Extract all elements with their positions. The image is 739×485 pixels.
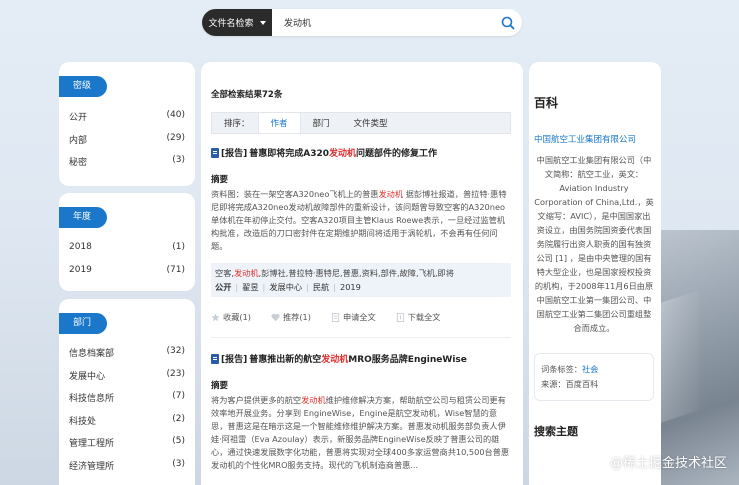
facet-title: 年度 — [59, 207, 107, 228]
watermark: @稀土掘金技术社区 — [609, 456, 727, 471]
sort-bar: 排序： 作者 部门 文件类型 — [211, 112, 511, 134]
facet-panel-department: 部门 信息档案部 (32) 发展中心 (23) 科技信息所 (7) 科技处 (2) 管理… — [59, 299, 195, 485]
result-actions: 收藏(1) 推荐(1) 申请全文 下载全文 — [211, 311, 511, 323]
search-icon — [501, 16, 515, 29]
heart-icon — [271, 313, 280, 321]
keywords-box: 空客,发动机,彭博社,普拉特·惠特尼,普惠,资料,部件,故障,飞机,即将 公开 |… — [211, 263, 511, 297]
encyclopedia-panel: 百科 中国航空工业集团有限公司 中国航空工业集团有限公司（中文简称：航空工业，英… — [529, 62, 661, 485]
facet-title: 部门 — [59, 313, 107, 334]
request-fulltext-button[interactable]: 申请全文 — [331, 311, 376, 323]
divider — [211, 337, 511, 338]
facet-panel-secrecy: 密级 公开 (40) 内部 (29) 秘密 (3) — [59, 62, 195, 186]
search-button[interactable] — [494, 9, 522, 36]
download-icon — [396, 312, 404, 322]
results-total: 全部检索结果72条 — [211, 90, 283, 100]
word-doc-icon — [211, 353, 219, 364]
search-type-label: 文件名检索 — [208, 19, 254, 29]
abstract-heading: 摘要 — [211, 175, 229, 185]
search-input[interactable] — [272, 9, 494, 36]
meta-secrecy: 公开 — [215, 282, 232, 292]
facet-item[interactable]: 2018 (1) — [69, 242, 185, 265]
facet-item[interactable]: 信息档案部 (32) — [69, 346, 185, 369]
facet-item[interactable]: 发展中心 (23) — [69, 369, 185, 392]
abstract-text: 将为客户提供更多的航空发动机维护维修解决方案，帮助航空公司与租赁公司更有效率地开… — [211, 395, 510, 470]
facet-item[interactable]: 2019 (71) — [69, 265, 185, 288]
facet-title: 密级 — [59, 76, 107, 97]
results-panel: 全部检索结果72条 排序： 作者 部门 文件类型 [报告] 普惠即将完成A320… — [201, 62, 523, 485]
result-item: [报告] 普惠推出新的航空 发动机 MRO服务品牌EngineWise 摘要 将为客… — [211, 352, 511, 472]
meta-category: 民航 — [312, 282, 330, 292]
keywords-line: 空客,发动机,彭博社,普拉特·惠特尼,普惠,资料,部件,故障,飞机,即将 — [215, 268, 454, 278]
meta-author: 翟昱 — [242, 282, 259, 292]
document-icon — [331, 312, 340, 322]
facet-item[interactable]: 秘密 (3) — [69, 155, 185, 178]
sort-label: 排序： — [224, 119, 250, 129]
result-title[interactable]: [报告] 普惠即将完成A320 发动机 问题部件的修复工作 — [211, 146, 511, 159]
meta-line: 公开 | 翟昱 | 发展中心 | 民航 | 2019 — [215, 282, 361, 292]
search-type-dropdown[interactable]: 文件名检索 — [202, 9, 272, 36]
result-title[interactable]: [报告] 普惠推出新的航空 发动机 MRO服务品牌EngineWise — [211, 352, 511, 365]
facet-item[interactable]: 内部 (29) — [69, 133, 185, 156]
facet-item[interactable]: 科技处 (2) — [69, 414, 185, 437]
favorite-button[interactable]: 收藏(1) — [211, 311, 251, 323]
recommend-button[interactable]: 推荐(1) — [271, 311, 311, 323]
sort-option-filetype[interactable]: 文件类型 — [342, 113, 400, 133]
facet-panel-year: 年度 2018 (1) 2019 (71) — [59, 193, 195, 291]
meta-department: 发展中心 — [269, 282, 303, 292]
result-item: [报告] 普惠即将完成A320 发动机 问题部件的修复工作 摘要 资料图：装在一架空… — [211, 146, 511, 323]
encyclopedia-title: 百科 — [534, 96, 559, 110]
abstract-heading: 摘要 — [211, 381, 229, 391]
encyclopedia-text: 中国航空工业集团有限公司（中文简称：航空工业，英文：Aviation Indus… — [534, 155, 654, 333]
encyclopedia-entry-link[interactable]: 中国航空工业集团有限公司 — [534, 133, 661, 145]
download-fulltext-button[interactable]: 下载全文 — [396, 311, 441, 323]
search-theme-title: 搜索主题 — [534, 425, 578, 438]
sort-option-department[interactable]: 部门 — [301, 113, 342, 133]
tag-link[interactable]: 社会 — [582, 364, 598, 374]
chevron-down-icon — [259, 20, 266, 25]
facet-item[interactable]: 公开 (40) — [69, 110, 185, 133]
star-icon — [211, 312, 220, 321]
meta-year: 2019 — [340, 282, 361, 292]
encyclopedia-tags: 词条标签：社会 来源：百度百科 — [534, 353, 654, 401]
sort-option-author[interactable]: 作者 — [257, 113, 301, 133]
facet-item[interactable]: 管理工程所 (5) — [69, 436, 185, 459]
search-bar: 文件名检索 — [202, 9, 522, 36]
abstract-text: 资料图：装在一架空客A320neo飞机上的普惠发动机 据彭博社报道，普拉特·惠特… — [211, 189, 507, 251]
word-doc-icon — [211, 147, 219, 158]
facet-item[interactable]: 经济管理所 (3) — [69, 459, 185, 482]
facet-item[interactable]: 科技信息所 (7) — [69, 391, 185, 414]
